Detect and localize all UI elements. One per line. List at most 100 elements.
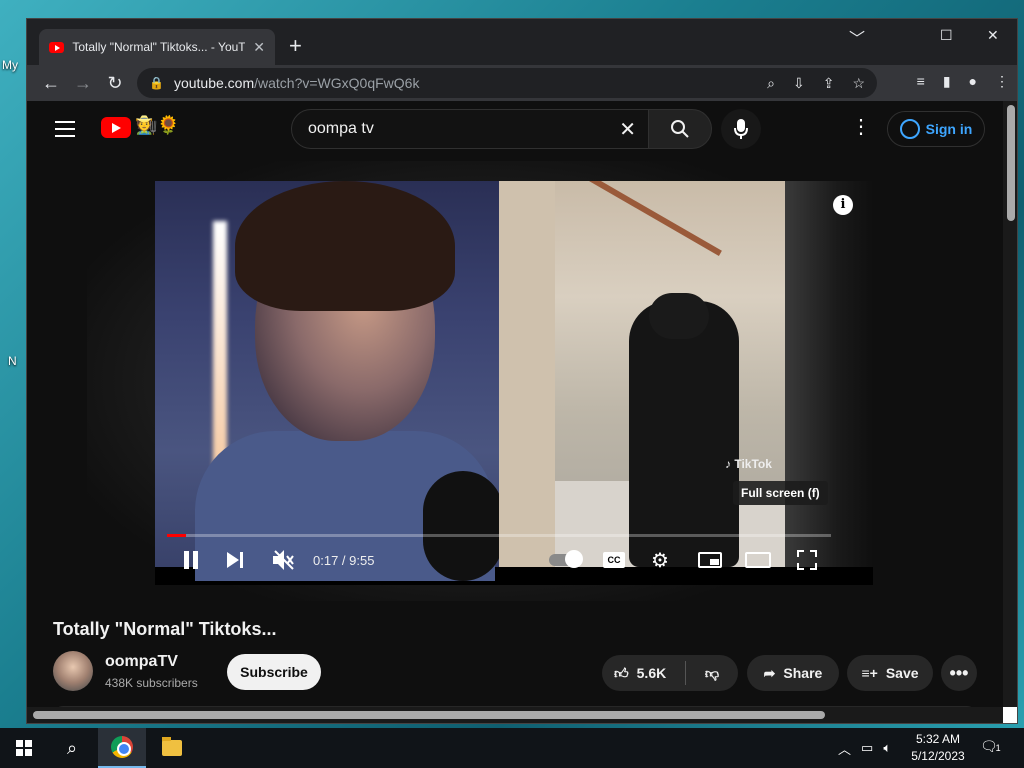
tab-close-icon[interactable]: ✕ <box>253 39 265 56</box>
fullscreen-tooltip: Full screen (f) <box>733 481 828 505</box>
search-taskbar-icon[interactable]: ⌕ <box>48 728 96 768</box>
install-app-icon[interactable]: ⇩ <box>793 75 805 92</box>
miniplayer-button[interactable] <box>698 552 722 568</box>
horizontal-scrollbar[interactable] <box>27 707 1003 723</box>
windows-logo-icon <box>16 740 32 756</box>
fs-corner-br <box>810 563 817 570</box>
microphone-icon <box>734 119 748 139</box>
sign-in-label: Sign in <box>925 121 973 137</box>
volume-icon[interactable]: 🔈︎ <box>883 740 891 756</box>
share-page-icon[interactable]: ⇪ <box>823 75 835 92</box>
desktop-icon-label[interactable]: N <box>8 354 17 368</box>
subscribe-button[interactable]: Subscribe <box>227 654 321 690</box>
like-button[interactable]: 👍︎ 5.6K <box>602 661 686 685</box>
new-tab-button[interactable]: + <box>289 35 302 57</box>
notification-button[interactable]: 🗨︎ 1 <box>980 738 1002 756</box>
chevron-up-icon[interactable]: ︿ <box>838 739 851 758</box>
clear-search-icon[interactable]: ✕ <box>619 117 636 142</box>
vertical-scroll-thumb[interactable] <box>1007 105 1015 221</box>
clock[interactable]: 5:32 AM 5/12/2023 <box>906 731 970 765</box>
channel-name[interactable]: oompaTV <box>105 653 178 671</box>
account-icon <box>899 119 920 139</box>
captions-button[interactable]: CC <box>603 552 625 568</box>
next-button[interactable] <box>227 552 245 568</box>
captions-icon: CC <box>603 552 625 568</box>
progress-bar[interactable] <box>167 534 831 537</box>
youtube-favicon-icon <box>49 41 65 53</box>
more-horizontal-icon: ••• <box>949 662 969 683</box>
autoplay-toggle[interactable] <box>549 550 583 568</box>
video-title: Totally "Normal" Tiktoks... <box>53 619 277 639</box>
notification-count: 1 <box>995 743 1001 753</box>
horizontal-scroll-thumb[interactable] <box>33 711 825 719</box>
more-actions-button[interactable]: ••• <box>941 655 977 691</box>
pause-icon[interactable] <box>181 550 201 570</box>
youtube-header: 🧑‍🌾🌻 oompa tv ✕ ⋮ <box>27 101 1003 157</box>
menu-icon[interactable] <box>55 121 75 137</box>
tab-title: Totally "Normal" Tiktoks... - YouTube <box>72 40 246 54</box>
next-icon <box>227 552 243 568</box>
mute-button[interactable] <box>273 550 295 570</box>
settings-more-icon[interactable]: ⋮ <box>851 117 871 137</box>
video-edge <box>785 181 873 567</box>
voice-search-button[interactable] <box>721 109 761 149</box>
close-window-button[interactable]: ✕ <box>987 27 999 44</box>
search-input[interactable]: oompa tv ✕ <box>291 109 649 149</box>
clock-time: 5:32 AM <box>915 732 961 746</box>
video-player[interactable]: ♪ TikTok i Full screen (f) 0:17 / 9:55 C… <box>155 181 873 585</box>
chrome-menu-icon[interactable]: ⋮ <box>995 73 1009 90</box>
video-frame-right <box>499 181 785 567</box>
chrome-icon <box>111 736 133 758</box>
url-path: /watch?v=WGxQ0qFwQ6k <box>254 75 420 91</box>
video-frame-left <box>155 181 503 581</box>
info-icon[interactable]: i <box>833 195 853 215</box>
thumbs-down-icon: 👎︎ <box>704 664 720 681</box>
browser-toolbar: ← → ↻ 🔒 youtube.com/watch?v=WGxQ0qFwQ6k … <box>27 65 1017 101</box>
media-control-icon[interactable]: ≡ <box>917 73 925 90</box>
channel-avatar[interactable] <box>53 651 93 691</box>
share-label: Share <box>783 665 823 681</box>
back-arrow-icon[interactable]: ← <box>35 73 67 94</box>
zoom-search-icon[interactable]: ⌕ <box>767 75 775 92</box>
browser-tab-active[interactable]: Totally "Normal" Tiktoks... - YouTube ✕ <box>39 29 275 65</box>
toggle <box>549 550 583 568</box>
network-icon[interactable]: ▭ <box>861 740 873 756</box>
profile-icon[interactable]: ● <box>969 73 977 90</box>
vertical-scrollbar[interactable] <box>1003 101 1017 723</box>
theater-mode-button[interactable] <box>745 552 771 568</box>
chrome-taskbar-button[interactable] <box>98 728 146 768</box>
miniplayer-icon <box>698 552 722 568</box>
tab-search-icon[interactable]: ﹀ <box>849 25 865 49</box>
muted-speaker-icon <box>273 550 294 570</box>
bookmark-star-icon[interactable]: ☆ <box>852 75 865 92</box>
sign-in-button[interactable]: Sign in <box>887 111 985 147</box>
youtube-logo[interactable] <box>101 117 131 138</box>
desktop-icon-label[interactable]: My <box>2 58 18 72</box>
dislike-button[interactable]: 👎︎ <box>686 665 738 682</box>
pillar <box>499 181 555 567</box>
reload-icon[interactable]: ↻ <box>99 73 131 94</box>
like-dislike-group: 👍︎ 5.6K 👎︎ <box>602 655 738 691</box>
url-host: youtube.com <box>173 75 255 91</box>
dancer <box>629 301 739 567</box>
settings-gear-icon[interactable]: ⚙ <box>651 548 669 573</box>
tiktok-watermark: ♪ TikTok <box>725 457 772 471</box>
search-button[interactable] <box>648 109 712 149</box>
search-input-value: oompa tv <box>308 120 374 137</box>
save-label: Save <box>885 665 919 681</box>
fs-corner-tl <box>797 550 804 557</box>
address-bar[interactable]: 🔒 youtube.com/watch?v=WGxQ0qFwQ6k ⌕ ⇩ ⇪ … <box>137 68 877 98</box>
start-button[interactable] <box>0 728 48 768</box>
folder-icon <box>162 737 182 756</box>
system-tray: ︿ ▭ 🔈︎ <box>838 728 891 768</box>
share-button[interactable]: ➦ Share <box>747 655 839 691</box>
youtube-doodle[interactable]: 🧑‍🌾🌻 <box>135 115 180 136</box>
side-panel-icon[interactable]: ▮ <box>943 73 951 90</box>
fullscreen-button[interactable] <box>797 550 817 570</box>
file-explorer-button[interactable] <box>148 728 196 768</box>
scrollbar-corner <box>1003 707 1017 723</box>
save-button[interactable]: ≡+ Save <box>847 655 933 691</box>
forward-arrow-icon[interactable]: → <box>67 73 99 94</box>
like-count: 5.6K <box>636 665 667 681</box>
maximize-button[interactable]: ☐ <box>940 27 953 44</box>
